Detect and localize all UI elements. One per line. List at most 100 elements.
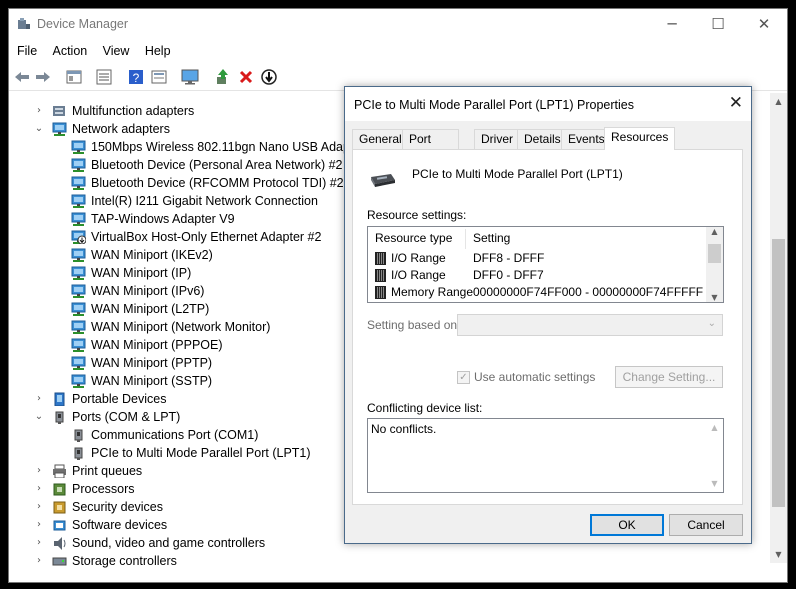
network-adapter-icon (71, 266, 86, 280)
network-adapter-icon (71, 194, 86, 208)
resource-setting: 00000000F74FF000 - 00000000F74FFFFF (473, 285, 704, 299)
column-resource-type[interactable]: Resource type (375, 227, 452, 249)
network-adapter-icon (71, 284, 86, 298)
tree-item-label: Print queues (72, 464, 143, 478)
scroll-up-icon[interactable]: ▲ (770, 93, 787, 110)
chevron-right-icon[interactable]: › (34, 390, 44, 408)
properties-icon[interactable] (65, 68, 83, 86)
chevron-right-icon[interactable]: › (34, 480, 44, 498)
resource-row[interactable]: I/O Range DFF8 - DFFF (368, 250, 708, 267)
resource-type: I/O Range (391, 251, 446, 265)
resource-list-scrollbar[interactable]: ▲ ▼ (706, 227, 723, 302)
download-icon[interactable] (260, 68, 278, 86)
chevron-right-icon[interactable]: › (34, 534, 44, 552)
tab-driver[interactable]: Driver (474, 129, 520, 149)
setting-based-on-select[interactable]: ⌄ (457, 314, 723, 336)
scroll-down-icon[interactable]: ▼ (706, 479, 723, 488)
tree-item-label: 150Mbps Wireless 802.11bgn Nano USB Adap… (91, 140, 365, 154)
tree-item-label: Network adapters (72, 122, 170, 136)
scroll-up-icon[interactable]: ▲ (706, 227, 723, 236)
scroll-down-icon[interactable]: ▼ (770, 546, 787, 563)
scroll-thumb[interactable] (772, 239, 785, 507)
resource-type: I/O Range (391, 268, 446, 282)
close-button[interactable]: ✕ (741, 9, 787, 39)
port-icon (74, 429, 83, 442)
tree-item-label: VirtualBox Host-Only Ethernet Adapter #2 (91, 230, 322, 244)
tree-item-label: Bluetooth Device (RFCOMM Protocol TDI) #… (91, 176, 344, 190)
menu-help[interactable]: Help (145, 41, 171, 61)
tree-item-label: Software devices (72, 518, 168, 532)
update-driver-icon[interactable] (150, 68, 168, 86)
tab-resources[interactable]: Resources (604, 127, 676, 150)
resource-row[interactable]: I/O Range DFF0 - DFF7 (368, 267, 708, 284)
memory-chip-icon (375, 252, 386, 265)
maximize-button[interactable]: ☐ (695, 9, 741, 39)
chevron-down-icon[interactable]: ⌄ (34, 120, 44, 138)
window-title: Device Manager (37, 17, 129, 31)
tree-vertical-scrollbar[interactable]: ▲ ▼ (770, 93, 787, 563)
tree-item-label: Bluetooth Device (Personal Area Network)… (91, 158, 343, 172)
use-automatic-settings-checkbox[interactable]: ✓ (457, 371, 470, 384)
resource-row[interactable]: Memory Range 00000000F74FF000 - 00000000F… (368, 284, 708, 301)
conflict-list[interactable]: No conflicts. ▲ ▼ (367, 418, 724, 493)
monitor-icon[interactable] (181, 68, 199, 86)
menu-file[interactable]: File (17, 41, 37, 61)
chevron-right-icon[interactable]: › (34, 516, 44, 534)
chevron-down-icon: ⌄ (707, 318, 716, 329)
tab-general[interactable]: General (352, 129, 409, 149)
resources-panel: PCIe to Multi Mode Parallel Port (LPT1) … (352, 149, 743, 505)
network-adapter-icon (52, 122, 67, 136)
column-separator[interactable] (465, 229, 466, 249)
tree-item-label: Ports (COM & LPT) (72, 410, 181, 424)
uninstall-icon[interactable] (237, 68, 255, 86)
dialog-close-button[interactable]: ✕ (729, 93, 743, 113)
chevron-right-icon[interactable]: › (34, 102, 44, 120)
svg-text:?: ? (133, 71, 140, 85)
tree-item-label: Intel(R) I211 Gigabit Network Connection (91, 194, 318, 208)
tree-item[interactable]: › Storage controllers (9, 552, 769, 570)
network-adapter-icon (71, 158, 86, 172)
tree-item-label: WAN Miniport (IP) (91, 266, 192, 280)
resource-list[interactable]: Resource type Setting I/O Range DFF8 - DF… (367, 226, 724, 303)
port-icon (55, 411, 64, 424)
scroll-up-icon[interactable]: ▲ (706, 423, 723, 432)
minimize-button[interactable]: ─ (649, 9, 695, 39)
dialog-title-bar: PCIe to Multi Mode Parallel Port (LPT1) … (345, 87, 751, 121)
forward-arrow-icon[interactable] (34, 68, 52, 86)
menu-view[interactable]: View (103, 41, 130, 61)
tree-item-label: WAN Miniport (SSTP) (91, 374, 213, 388)
network-adapter-icon (71, 356, 86, 370)
resource-setting: DFF0 - DFF7 (473, 268, 544, 282)
resource-setting: DFF8 - DFFF (473, 251, 545, 265)
network-adapter-icon (71, 320, 86, 334)
enable-device-icon[interactable] (214, 68, 232, 86)
printer-icon (53, 464, 66, 478)
chevron-right-icon[interactable]: › (34, 552, 44, 570)
list-icon[interactable] (95, 68, 113, 86)
tree-item-label: Portable Devices (72, 392, 167, 406)
chevron-right-icon[interactable]: › (34, 462, 44, 480)
conflict-list-scrollbar[interactable]: ▲ ▼ (706, 419, 723, 492)
tab-port-settings[interactable]: Port Settings (402, 129, 460, 165)
scroll-down-icon[interactable]: ▼ (706, 293, 723, 302)
scroll-thumb[interactable] (708, 244, 721, 263)
ok-button[interactable]: OK (590, 514, 664, 536)
cancel-button[interactable]: Cancel (669, 514, 743, 536)
processor-icon (53, 483, 66, 496)
chevron-right-icon[interactable]: › (34, 498, 44, 516)
use-automatic-settings-label: Use automatic settings (474, 370, 596, 384)
tree-item-label: WAN Miniport (PPPOE) (91, 338, 223, 352)
help-icon[interactable]: ? (127, 68, 145, 86)
tree-item-label: Multifunction adapters (72, 104, 195, 118)
memory-chip-icon (375, 286, 386, 299)
device-manager-icon (18, 18, 30, 29)
back-arrow-icon[interactable] (13, 68, 31, 86)
menu-action[interactable]: Action (53, 41, 88, 61)
chevron-down-icon[interactable]: ⌄ (34, 408, 44, 426)
storage-icon (52, 557, 67, 566)
tree-item-label: Security devices (72, 500, 164, 514)
change-setting-button[interactable]: Change Setting... (615, 366, 723, 388)
resource-type: Memory Range (391, 285, 474, 299)
network-adapter-icon (71, 140, 86, 154)
column-setting[interactable]: Setting (473, 227, 510, 249)
